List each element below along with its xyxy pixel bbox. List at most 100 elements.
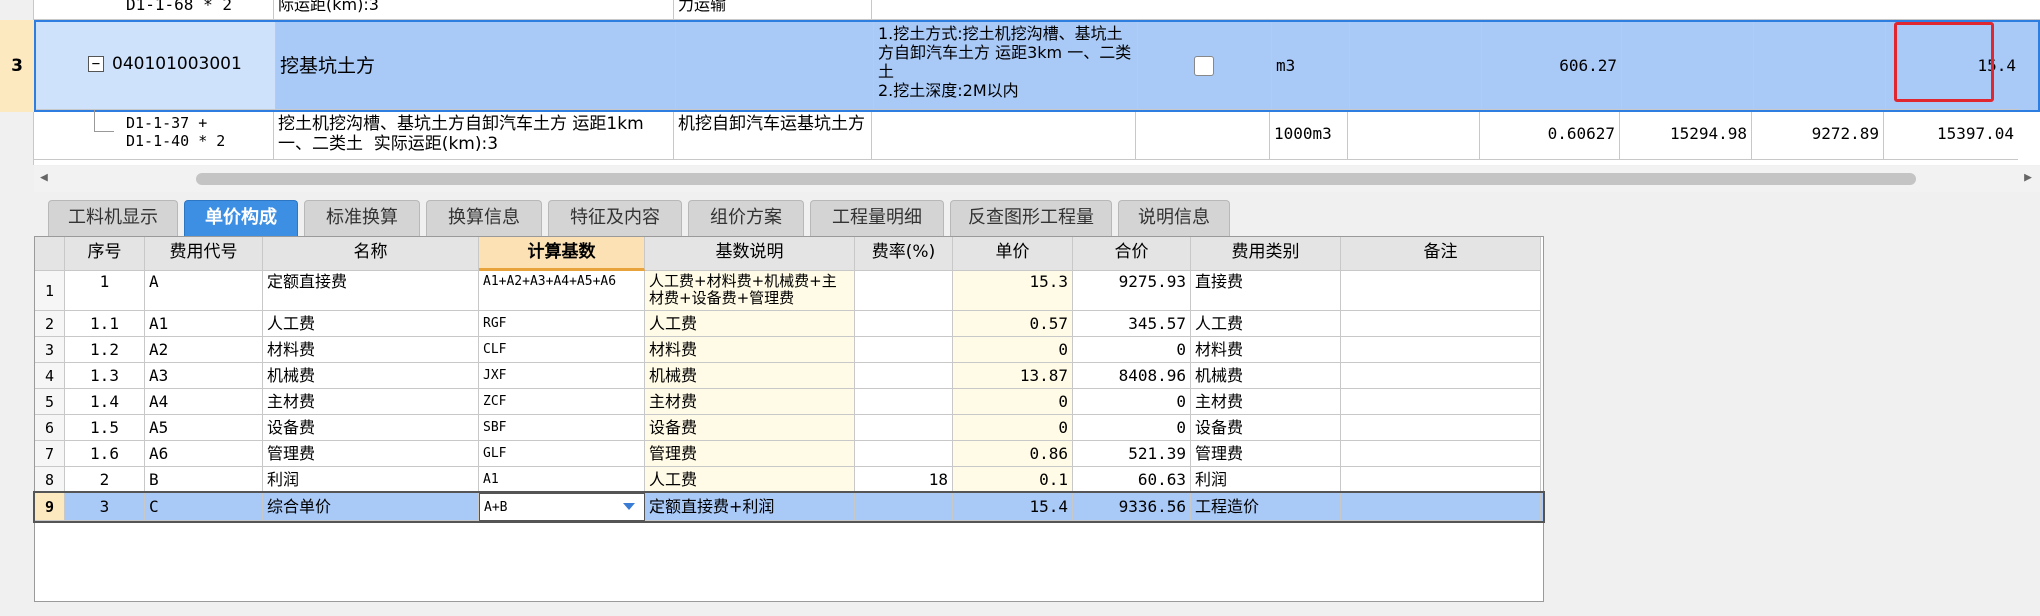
dropdown-arrow-icon[interactable] [623, 503, 635, 510]
header-rate-col[interactable]: 费率(%) [855, 237, 953, 271]
cell-fee-category-col[interactable]: 人工费 [1191, 311, 1341, 337]
header-fee-code-col[interactable]: 费用代号 [145, 237, 263, 271]
cell-base-desc-col[interactable]: 人工费+材料费+机械费+主材费+设备费+管理费 [645, 271, 855, 311]
header-fee-category-col[interactable]: 费用类别 [1191, 237, 1341, 271]
header-remark-col[interactable]: 备注 [1341, 237, 1541, 271]
table-row[interactable]: 3 1.2 A2 材料费 CLF 材料费 0 0 材料费 [35, 337, 1543, 363]
cell-amount-col[interactable]: 0 [1073, 415, 1191, 441]
cell-unit-price-col[interactable]: 0.1 [953, 467, 1073, 493]
cell-name-col[interactable]: 设备费 [263, 415, 479, 441]
tab-pricing-scheme[interactable]: 组价方案 [688, 200, 804, 236]
cell-fee-category-col[interactable]: 直接费 [1191, 271, 1341, 311]
cell-fee-code-col[interactable]: A6 [145, 441, 263, 467]
cell-unit-price-col[interactable]: 0.86 [953, 441, 1073, 467]
cell-unit-price-col[interactable]: 0 [953, 389, 1073, 415]
cell-fee-code-col[interactable]: C [145, 493, 263, 521]
cell-fee-code-col[interactable]: A5 [145, 415, 263, 441]
tab-quantity-detail[interactable]: 工程量明细 [810, 200, 944, 236]
tab-conversion-info[interactable]: 换算信息 [426, 200, 542, 236]
cell-fee-category-col[interactable]: 机械费 [1191, 363, 1341, 389]
header-seq-col[interactable]: 序号 [65, 237, 145, 271]
scroll-left-arrow[interactable]: ◀ [40, 170, 48, 185]
cell-name-col[interactable]: 综合单价 [263, 493, 479, 521]
cell-calc-base-col[interactable]: A+B [479, 493, 645, 521]
table-row[interactable]: 7 1.6 A6 管理费 GLF 管理费 0.86 521.39 管理费 [35, 441, 1543, 467]
table-row-selected[interactable]: − 040101003001 挖基坑土方 1.挖土方式:挖土机挖沟槽、基坑土方自… [34, 20, 2040, 112]
cell-rate-col[interactable] [855, 415, 953, 441]
cell-remark-col[interactable] [1341, 415, 1541, 441]
cell-unit-price-col[interactable]: 0 [953, 337, 1073, 363]
cell-fee-category-col[interactable]: 管理费 [1191, 441, 1341, 467]
cell-amount-col[interactable]: 8408.96 [1073, 363, 1191, 389]
cell-rate-col[interactable] [855, 493, 953, 521]
cell-base-desc-col[interactable]: 定额直接费+利润 [645, 493, 855, 521]
cell-calc-base-col[interactable]: ZCF [479, 389, 645, 415]
cell-calc-base-col[interactable]: GLF [479, 441, 645, 467]
cell-calc-base-col[interactable]: CLF [479, 337, 645, 363]
cell-name-col[interactable]: 人工费 [263, 311, 479, 337]
tab-description[interactable]: 说明信息 [1118, 200, 1230, 236]
tab-reverse-graphic-quantity[interactable]: 反查图形工程量 [950, 200, 1112, 236]
table-row[interactable]: 2 1.1 A1 人工费 RGF 人工费 0.57 345.57 人工费 [35, 311, 1543, 337]
cell-amount-col[interactable]: 0 [1073, 389, 1191, 415]
cell-amount-col[interactable]: 9275.93 [1073, 271, 1191, 311]
header-name-col[interactable]: 名称 [263, 237, 479, 271]
cell-remark-col[interactable] [1341, 337, 1541, 363]
cell-base-desc-col[interactable]: 人工费 [645, 467, 855, 493]
cell-rate-col[interactable] [855, 271, 953, 311]
cell-base-desc-col[interactable]: 人工费 [645, 311, 855, 337]
cell-fee-code-col[interactable]: B [145, 467, 263, 493]
cell-amount-col[interactable]: 60.63 [1073, 467, 1191, 493]
cell-base-desc-col[interactable]: 设备费 [645, 415, 855, 441]
table-row[interactable]: D1-1-68 * 2 际运距(km):3 力运输 [34, 0, 2040, 20]
cell-seq-col[interactable]: 1 [65, 271, 145, 311]
cell-base-desc-col[interactable]: 主材费 [645, 389, 855, 415]
cell-unit-price-col[interactable]: 15.3 [953, 271, 1073, 311]
cell-amount-col[interactable]: 9336.56 [1073, 493, 1191, 521]
table-row[interactable]: D1-1-37 + D1-1-40 * 2 挖土机挖沟槽、基坑土方自卸汽车土方 … [34, 110, 2040, 160]
cell-calc-base-col[interactable]: SBF [479, 415, 645, 441]
cell-name-col[interactable]: 材料费 [263, 337, 479, 363]
header-base-desc-col[interactable]: 基数说明 [645, 237, 855, 271]
collapse-icon[interactable]: − [88, 56, 104, 72]
tab-features-content[interactable]: 特征及内容 [548, 200, 682, 236]
cell-rate-col[interactable] [855, 389, 953, 415]
row-code-cell[interactable]: − 040101003001 [36, 22, 276, 110]
cell-rate-col[interactable] [855, 441, 953, 467]
cell-amount-col[interactable]: 0 [1073, 337, 1191, 363]
cell-name-col[interactable]: 利润 [263, 467, 479, 493]
cell-fee-code-col[interactable]: A4 [145, 389, 263, 415]
table-row[interactable]: 8 2 B 利润 A1 人工费 18 0.1 60.63 利润 [35, 467, 1543, 493]
cell-remark-col[interactable] [1341, 271, 1541, 311]
cell-rate-col[interactable] [855, 337, 953, 363]
cell-seq-col[interactable]: 1.1 [65, 311, 145, 337]
table-row-selected[interactable]: 9 3 C 综合单价 A+B 定额直接费+利润 15.4 9336.56 工程造价 [33, 491, 1545, 523]
tab-labor-material-machine[interactable]: 工料机显示 [48, 200, 178, 236]
cell-fee-category-col[interactable]: 材料费 [1191, 337, 1341, 363]
tab-unit-price[interactable]: 单价构成 [184, 200, 298, 236]
cell-name-col[interactable]: 定额直接费 [263, 271, 479, 311]
scrollbar-thumb[interactable] [196, 173, 1916, 185]
header-calc-base-col[interactable]: 计算基数 [479, 237, 645, 271]
cell-calc-base-col[interactable]: RGF [479, 311, 645, 337]
cell-base-desc-col[interactable]: 材料费 [645, 337, 855, 363]
cell-rate-col[interactable]: 18 [855, 467, 953, 493]
table-row[interactable]: 6 1.5 A5 设备费 SBF 设备费 0 0 设备费 [35, 415, 1543, 441]
cell-base-desc-col[interactable]: 管理费 [645, 441, 855, 467]
cell-seq-col[interactable]: 1.2 [65, 337, 145, 363]
cell-fee-category-col[interactable]: 主材费 [1191, 389, 1341, 415]
cell-seq-col[interactable]: 1.4 [65, 389, 145, 415]
cell-amount-col[interactable]: 345.57 [1073, 311, 1191, 337]
cell-calc-base-col[interactable]: A1+A2+A3+A4+A5+A6 [479, 271, 645, 311]
cell-remark-col[interactable] [1341, 363, 1541, 389]
cell-remark-col[interactable] [1341, 311, 1541, 337]
cell-unit-price-col[interactable]: 0.57 [953, 311, 1073, 337]
cell-fee-code-col[interactable]: A3 [145, 363, 263, 389]
cell-fee-code-col[interactable]: A2 [145, 337, 263, 363]
cell-name-col[interactable]: 机械费 [263, 363, 479, 389]
cell-fee-category-col[interactable]: 工程造价 [1191, 493, 1341, 521]
cell-unit-price-col[interactable]: 15.4 [953, 493, 1073, 521]
cell-unit-price-col[interactable]: 13.87 [953, 363, 1073, 389]
header-unit-price-col[interactable]: 单价 [953, 237, 1073, 271]
cell-seq-col[interactable]: 3 [65, 493, 145, 521]
